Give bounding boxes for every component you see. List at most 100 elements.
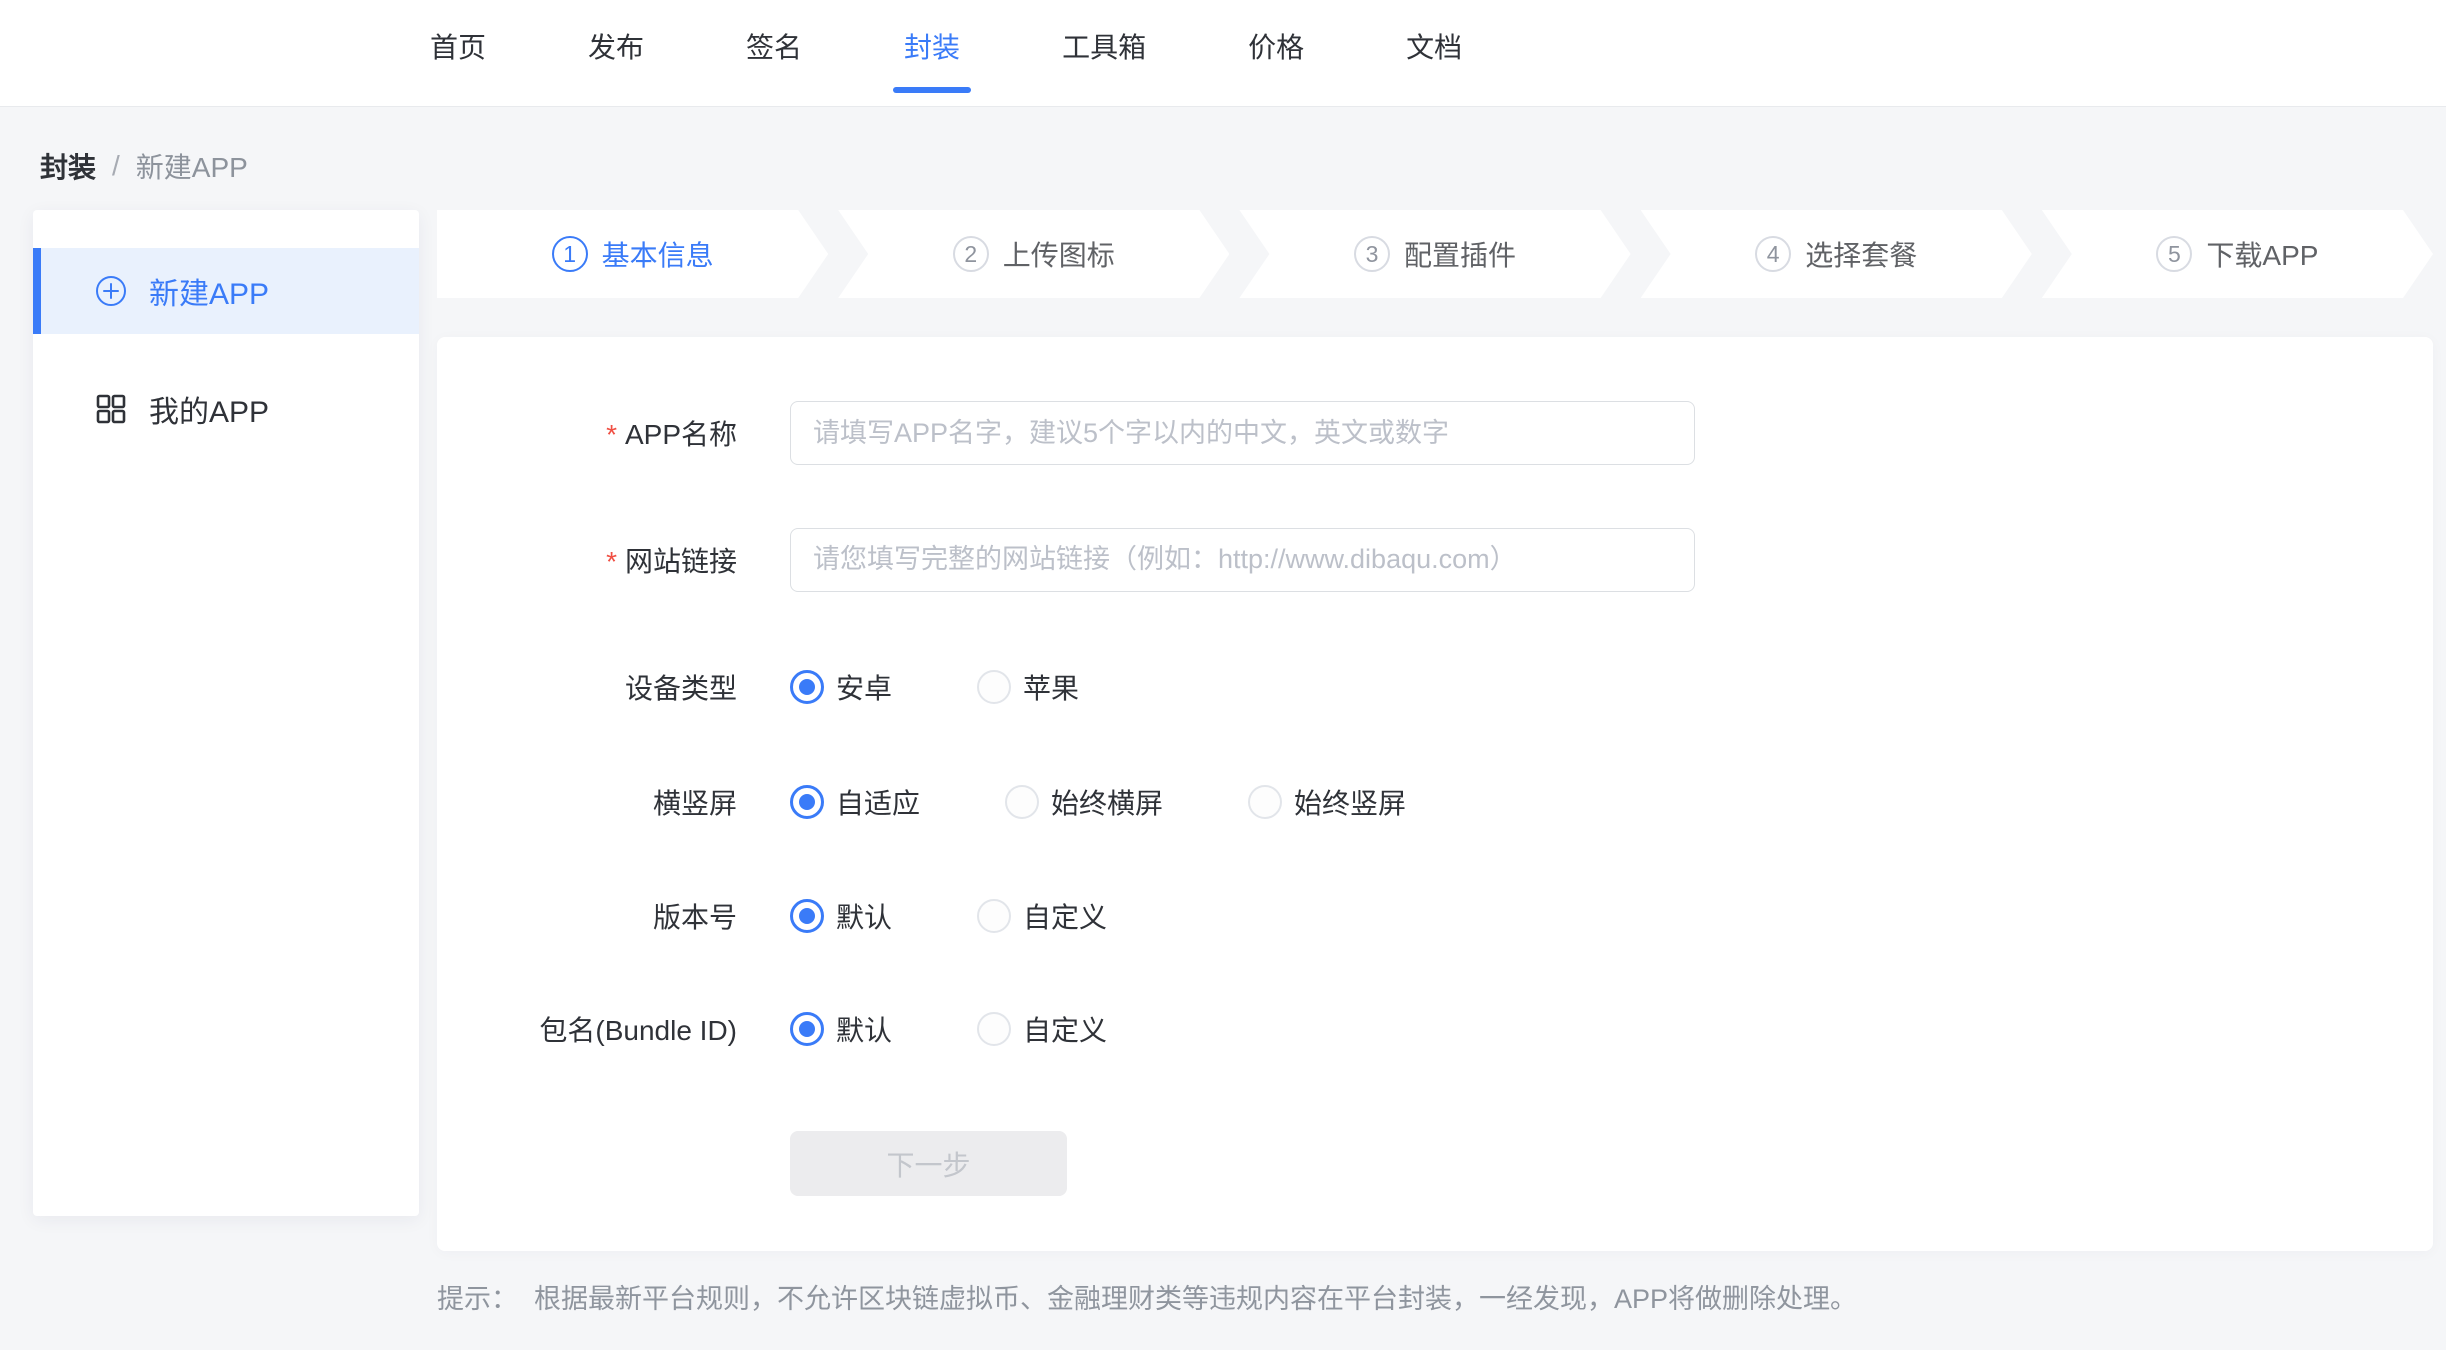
step-5-download-app: 5 下载APP xyxy=(2042,210,2433,298)
version-radio-group: 默认 自定义 xyxy=(790,896,1107,936)
nav-item-docs[interactable]: 文档 xyxy=(1406,26,1462,66)
step-3-configure-plugins: 3 配置插件 xyxy=(1239,210,1630,298)
step-label: 基本信息 xyxy=(602,234,714,274)
nav-item-label: 封装 xyxy=(904,32,960,63)
form-row-bundle-id: 包名(Bundle ID) 默认 自定义 xyxy=(437,995,2433,1063)
label-text: 版本号 xyxy=(653,902,737,933)
label-text: 横竖屏 xyxy=(653,788,737,819)
radio-always-landscape[interactable]: 始终横屏 xyxy=(1005,782,1163,822)
radio-unselected-icon xyxy=(977,1012,1011,1046)
radio-ios[interactable]: 苹果 xyxy=(977,667,1079,707)
radio-selected-icon xyxy=(790,899,824,933)
step-number: 1 xyxy=(552,236,588,272)
label-text: APP名称 xyxy=(625,419,737,450)
step-label: 下载APP xyxy=(2206,234,2318,274)
top-nav: 首页 发布 签名 封装 工具箱 价格 文档 xyxy=(0,0,2446,107)
radio-label: 自定义 xyxy=(1023,896,1107,936)
radio-label: 始终竖屏 xyxy=(1294,782,1406,822)
radio-version-default[interactable]: 默认 xyxy=(790,896,892,936)
plus-circle-icon xyxy=(95,275,127,307)
step-number: 3 xyxy=(1354,236,1390,272)
radio-label: 苹果 xyxy=(1023,667,1079,707)
required-asterisk: * xyxy=(606,546,617,577)
radio-selected-icon xyxy=(790,785,824,819)
next-step-button[interactable]: 下一步 xyxy=(790,1131,1067,1196)
radio-label: 始终横屏 xyxy=(1051,782,1163,822)
radio-android[interactable]: 安卓 xyxy=(790,667,892,707)
device-type-label: 设备类型 xyxy=(437,667,737,707)
active-tab-underline xyxy=(893,87,971,93)
sidebar-item-label: 我的APP xyxy=(149,387,269,431)
breadcrumb-current: 新建APP xyxy=(136,146,248,186)
device-type-radio-group: 安卓 苹果 xyxy=(790,667,1079,707)
label-text: 包名(Bundle ID) xyxy=(539,1015,737,1046)
platform-rules-tip: 提示： 根据最新平台规则，不允许区块链虚拟币、金融理财类等违规内容在平台封装，一经… xyxy=(437,1277,1857,1316)
radio-unselected-icon xyxy=(977,670,1011,704)
sidebar-item-new-app[interactable]: 新建APP xyxy=(33,248,419,334)
step-1-basic-info: 1 基本信息 xyxy=(437,210,828,298)
radio-label: 默认 xyxy=(836,1009,892,1049)
nav-item-label: 签名 xyxy=(746,32,802,63)
grid-icon xyxy=(95,393,127,425)
nav-item-package[interactable]: 封装 xyxy=(904,26,960,66)
app-name-label: * APP名称 xyxy=(437,413,737,453)
radio-label: 自定义 xyxy=(1023,1009,1107,1049)
label-text: 网站链接 xyxy=(625,546,737,577)
step-2-upload-icon: 2 上传图标 xyxy=(838,210,1229,298)
bundle-id-radio-group: 默认 自定义 xyxy=(790,1009,1107,1049)
breadcrumb: 封装 / 新建APP xyxy=(40,146,248,186)
nav-item-label: 文档 xyxy=(1406,32,1462,63)
sidebar-item-my-app[interactable]: 我的APP xyxy=(33,366,419,452)
label-text: 设备类型 xyxy=(625,673,737,704)
radio-always-portrait[interactable]: 始终竖屏 xyxy=(1248,782,1406,822)
form-row-version: 版本号 默认 自定义 xyxy=(437,882,2433,950)
radio-unselected-icon xyxy=(1005,785,1039,819)
radio-adaptive[interactable]: 自适应 xyxy=(790,782,920,822)
nav-item-home[interactable]: 首页 xyxy=(430,26,486,66)
radio-label: 安卓 xyxy=(836,667,892,707)
form-row-app-name: * APP名称 xyxy=(437,401,2433,465)
radio-bundle-default[interactable]: 默认 xyxy=(790,1009,892,1049)
nav-item-label: 首页 xyxy=(430,32,486,63)
site-url-label: * 网站链接 xyxy=(437,540,737,580)
breadcrumb-separator: / xyxy=(112,150,120,182)
radio-selected-icon xyxy=(790,1012,824,1046)
required-asterisk: * xyxy=(606,419,617,450)
radio-label: 默认 xyxy=(836,896,892,936)
step-label: 配置插件 xyxy=(1404,234,1516,274)
radio-unselected-icon xyxy=(1248,785,1282,819)
tip-text: 根据最新平台规则，不允许区块链虚拟币、金融理财类等违规内容在平台封装，一经发现，… xyxy=(534,1284,1857,1314)
step-4-choose-plan: 4 选择套餐 xyxy=(1641,210,2032,298)
form-row-site-url: * 网站链接 xyxy=(437,527,2433,592)
app-name-input[interactable] xyxy=(790,401,1695,465)
nav-item-price[interactable]: 价格 xyxy=(1248,26,1304,66)
nav-item-toolbox[interactable]: 工具箱 xyxy=(1062,26,1146,66)
step-number: 5 xyxy=(2156,236,2192,272)
nav-item-publish[interactable]: 发布 xyxy=(588,26,644,66)
radio-bundle-custom[interactable]: 自定义 xyxy=(977,1009,1107,1049)
step-number: 4 xyxy=(1755,236,1791,272)
nav-item-label: 发布 xyxy=(588,32,644,63)
orientation-radio-group: 自适应 始终横屏 始终竖屏 xyxy=(790,782,1406,822)
nav-item-label: 价格 xyxy=(1248,32,1304,63)
nav-item-sign[interactable]: 签名 xyxy=(746,26,802,66)
nav-menu: 首页 发布 签名 封装 工具箱 价格 文档 xyxy=(430,26,1462,66)
radio-label: 自适应 xyxy=(836,782,920,822)
nav-item-label: 工具箱 xyxy=(1062,32,1146,63)
tip-prefix: 提示： xyxy=(437,1284,518,1314)
form-panel: * APP名称 * 网站链接 设备类型 安卓 苹果 xyxy=(437,337,2433,1251)
step-label: 上传图标 xyxy=(1003,234,1115,274)
radio-selected-icon xyxy=(790,670,824,704)
form-row-device-type: 设备类型 安卓 苹果 xyxy=(437,653,2433,721)
step-label: 选择套餐 xyxy=(1805,234,1917,274)
orientation-label: 横竖屏 xyxy=(437,782,737,822)
site-url-input[interactable] xyxy=(790,528,1695,592)
form-row-orientation: 横竖屏 自适应 始终横屏 始终竖屏 xyxy=(437,768,2433,836)
sidebar: 新建APP 我的APP xyxy=(33,210,419,1216)
bundle-id-label: 包名(Bundle ID) xyxy=(437,1009,737,1049)
breadcrumb-section[interactable]: 封装 xyxy=(40,146,96,186)
radio-version-custom[interactable]: 自定义 xyxy=(977,896,1107,936)
step-number: 2 xyxy=(953,236,989,272)
version-label: 版本号 xyxy=(437,896,737,936)
radio-unselected-icon xyxy=(977,899,1011,933)
